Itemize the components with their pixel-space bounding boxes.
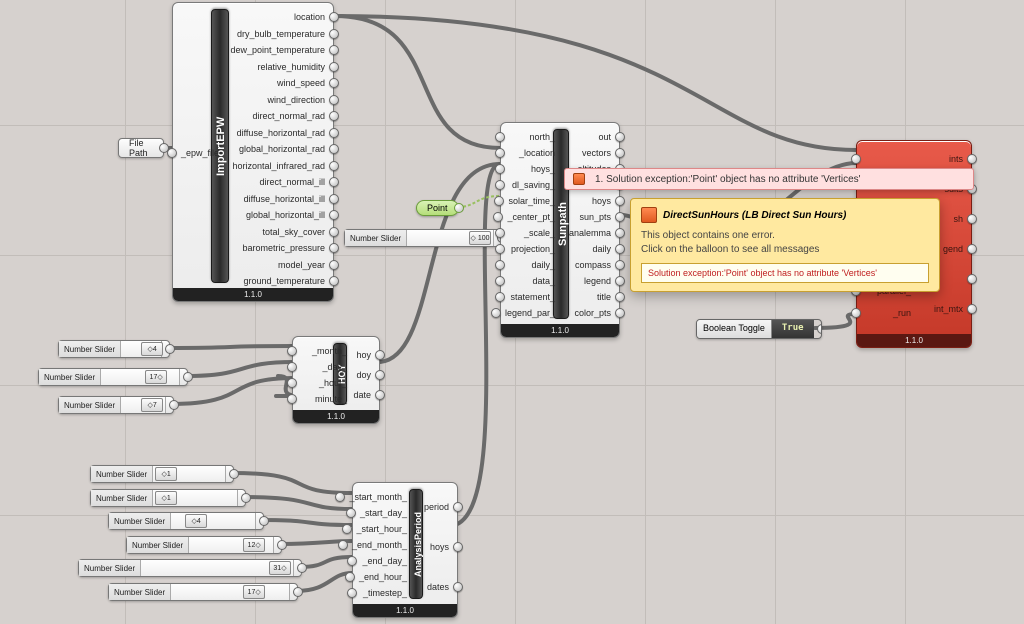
port-diffuse_horizontal_ill[interactable]: diffuse_horizontal_ill xyxy=(244,191,333,207)
port-hoys[interactable]: hoys xyxy=(430,539,457,555)
port-_location[interactable]: _location xyxy=(501,145,555,161)
port-horizontal_infrared_rad[interactable]: horizontal_infrared_rad xyxy=(232,158,333,174)
port-date[interactable]: date xyxy=(353,387,379,403)
slider-hoy-day[interactable]: Number Slider17 ◇ xyxy=(38,368,188,386)
port-diffuse_horizontal_rad[interactable]: diffuse_horizontal_rad xyxy=(237,125,333,141)
component-analysis-period[interactable]: AnalysisPeriod _start_month__start_day__… xyxy=(352,482,458,618)
port-minute_[interactable]: minute_ xyxy=(293,391,347,407)
file-path-param[interactable]: File Path xyxy=(118,138,164,158)
port-doy[interactable]: doy xyxy=(356,367,379,383)
slider-ap-start-month[interactable]: Number Slider◇ 1 xyxy=(90,465,234,483)
port-vectors[interactable]: vectors xyxy=(582,145,619,161)
port-wind_speed[interactable]: wind_speed xyxy=(277,75,333,91)
port-direct_normal_rad[interactable]: direct_normal_rad xyxy=(252,108,333,124)
port-int_mtx[interactable]: int_mtx xyxy=(934,301,971,317)
port-dl_saving_[interactable]: dl_saving_ xyxy=(501,177,555,193)
port-_timestep_[interactable]: _timestep_ xyxy=(353,585,407,601)
port-projection_[interactable]: projection_ xyxy=(501,241,555,257)
toggle-value[interactable]: True xyxy=(772,320,814,338)
port-_day_[interactable]: _day_ xyxy=(293,359,347,375)
port-location[interactable]: location xyxy=(294,9,333,25)
port-daily[interactable]: daily xyxy=(592,241,619,257)
port-unused[interactable] xyxy=(857,151,911,167)
port-solar_time_[interactable]: solar_time_ xyxy=(501,193,555,209)
port-_month_[interactable]: _month_ xyxy=(293,343,347,359)
port-total_sky_cover[interactable]: total_sky_cover xyxy=(262,224,333,240)
slider-hoy-hour[interactable]: Number Slider◇ 7 xyxy=(58,396,174,414)
port-_center_pt_[interactable]: _center_pt_ xyxy=(501,209,555,225)
slider-ap-start-hour[interactable]: Number Slider◇ 4 xyxy=(108,512,264,530)
port-legend[interactable]: legend xyxy=(584,273,619,289)
component-sunpath[interactable]: Sunpath north__locationhoys_dl_saving_so… xyxy=(500,122,620,338)
port-global_horizontal_rad[interactable]: global_horizontal_rad xyxy=(239,141,333,157)
port-data_[interactable]: data_ xyxy=(501,273,555,289)
ap-title: AnalysisPeriod xyxy=(409,489,423,599)
port-hoys[interactable]: hoys xyxy=(592,193,619,209)
port-period[interactable]: period xyxy=(424,499,457,515)
port-hoys_[interactable]: hoys_ xyxy=(501,161,555,177)
slider-ap-start-day[interactable]: Number Slider◇ 1 xyxy=(90,489,246,507)
port-statement_[interactable]: statement_ xyxy=(501,289,555,305)
error-balloon[interactable]: DirectSunHours (LB Direct Sun Hours) Thi… xyxy=(630,198,940,292)
port-global_horizontal_ill[interactable]: global_horizontal_ill xyxy=(246,207,333,223)
port-analemma[interactable]: analemma xyxy=(569,225,619,241)
component-import-epw[interactable]: ImportEPW _epw_file locationdry_bulb_tem… xyxy=(172,2,334,302)
port-_run[interactable]: _run xyxy=(857,305,911,321)
port-_end_month_[interactable]: _end_month_ xyxy=(353,537,407,553)
port-legend_par_[interactable]: legend_par_ xyxy=(501,305,555,321)
component-hoy[interactable]: HOY _month__day__hour_minute_hoydoydate … xyxy=(292,336,380,424)
port-_end_hour_[interactable]: _end_hour_ xyxy=(353,569,407,585)
port-wind_direction[interactable]: wind_direction xyxy=(267,92,333,108)
port-direct_normal_ill[interactable]: direct_normal_ill xyxy=(259,174,333,190)
port-_start_month_[interactable]: _start_month_ xyxy=(353,489,407,505)
port-north_[interactable]: north_ xyxy=(501,129,555,145)
warning-icon xyxy=(641,207,657,223)
port-compass[interactable]: compass xyxy=(575,257,619,273)
sunpath-title: Sunpath xyxy=(553,129,569,319)
port-sh[interactable]: sh xyxy=(953,211,971,227)
port-dry_bulb_temperature[interactable]: dry_bulb_temperature xyxy=(237,26,333,42)
port-ground_temperature[interactable]: ground_temperature xyxy=(243,273,333,289)
balloon-title: DirectSunHours (LB Direct Sun Hours) xyxy=(663,210,846,221)
file-path-label: File Path xyxy=(129,138,153,158)
port-title[interactable]: title xyxy=(597,289,619,305)
port-ints[interactable]: ints xyxy=(949,151,971,167)
slider-ap-end-month[interactable]: Number Slider12 ◇ xyxy=(126,536,282,554)
slider-ap-end-hour[interactable]: Number Slider17 ◇ xyxy=(108,583,298,601)
error-message-strip[interactable]: 1. Solution exception:'Point' object has… xyxy=(564,168,974,190)
port-model_year[interactable]: model_year xyxy=(278,257,333,273)
port-hoy[interactable]: hoy xyxy=(356,347,379,363)
slider-hoy-month[interactable]: Number Slider◇ 4 xyxy=(58,340,170,358)
port-dew_point_temperature[interactable]: dew_point_temperature xyxy=(230,42,333,58)
port-dates[interactable]: dates xyxy=(427,579,457,595)
port-barometric_pressure[interactable]: barometric_pressure xyxy=(242,240,333,256)
import-epw-in-epw-file[interactable]: _epw_file xyxy=(173,145,219,161)
point-param[interactable]: Point xyxy=(416,200,459,216)
port-color_pts[interactable]: color_pts xyxy=(574,305,619,321)
port-out[interactable]: out xyxy=(598,129,619,145)
slider-ap-end-day[interactable]: Number Slider31 ◇ xyxy=(78,559,302,577)
port-_start_day_[interactable]: _start_day_ xyxy=(353,505,407,521)
version-label: 1.1.0 xyxy=(173,288,333,301)
port-_scale_[interactable]: _scale_ xyxy=(501,225,555,241)
boolean-toggle[interactable]: Boolean Toggle True xyxy=(696,319,822,339)
warning-icon xyxy=(573,173,585,185)
port-_start_hour_[interactable]: _start_hour_ xyxy=(353,521,407,537)
port-relative_humidity[interactable]: relative_humidity xyxy=(257,59,333,75)
port-unused[interactable] xyxy=(963,271,971,287)
port-sun_pts[interactable]: sun_pts xyxy=(579,209,619,225)
port-gend[interactable]: gend xyxy=(943,241,971,257)
port-_hour_[interactable]: _hour_ xyxy=(293,375,347,391)
slider-scale[interactable]: Number Slider ◇100 xyxy=(344,229,502,247)
port-daily_[interactable]: daily_ xyxy=(501,257,555,273)
balloon-error-text: Solution exception:'Point' object has no… xyxy=(641,263,929,283)
port-_end_day_[interactable]: _end_day_ xyxy=(353,553,407,569)
